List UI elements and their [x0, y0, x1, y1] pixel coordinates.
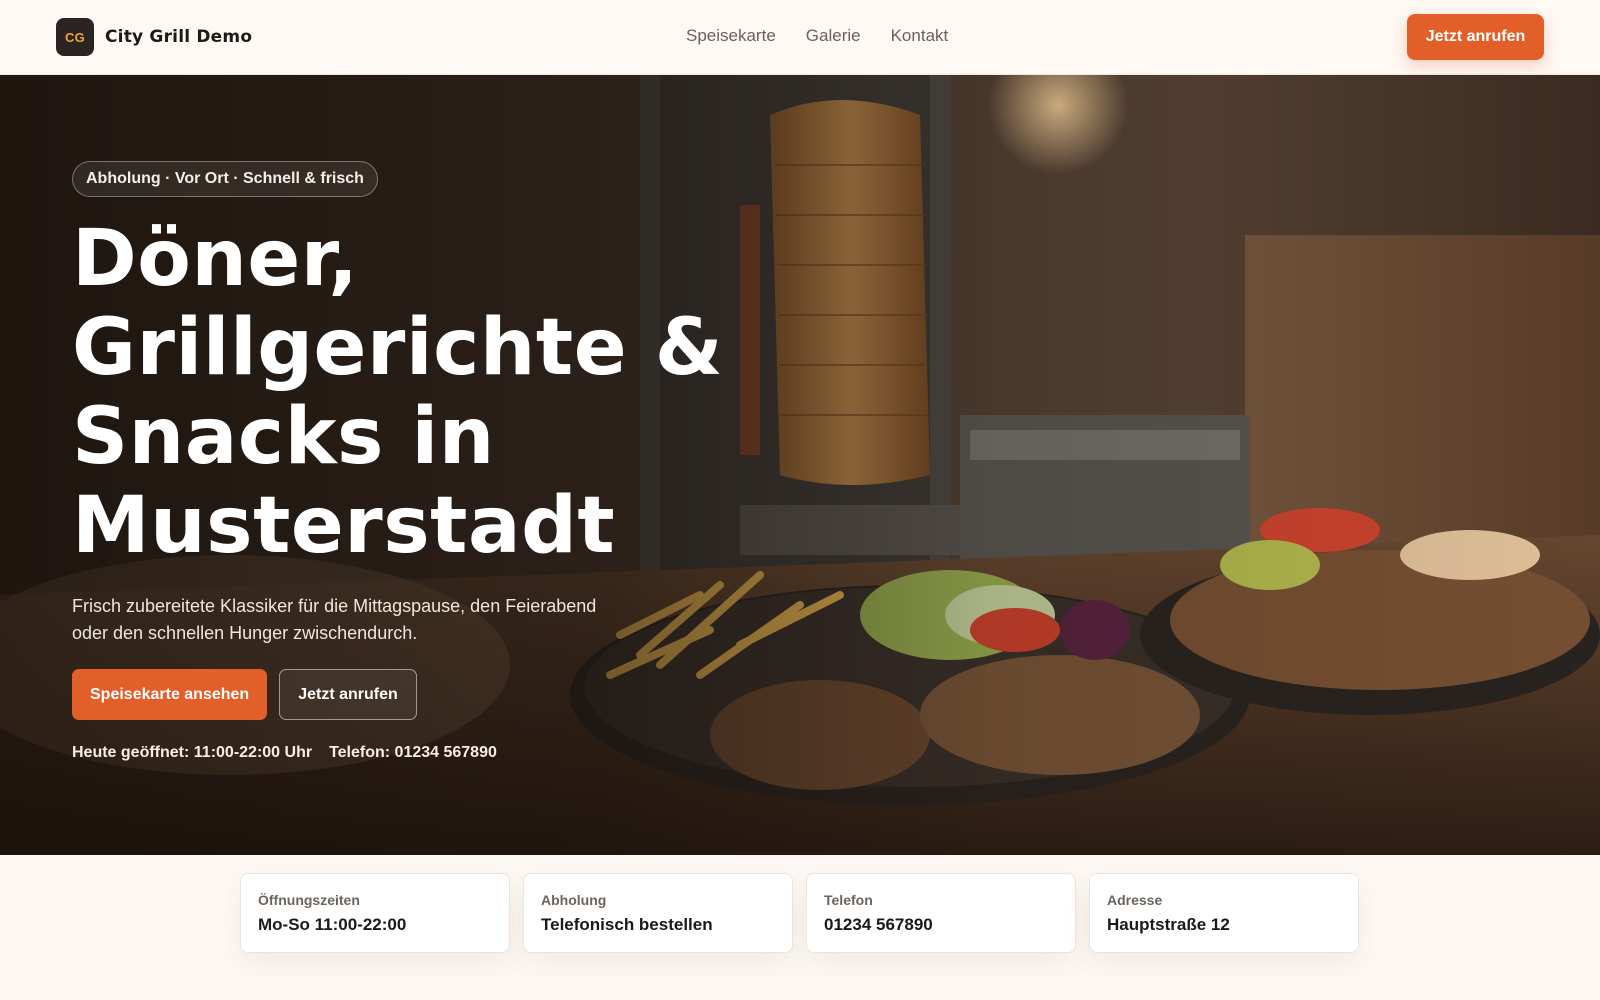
info-card-pickup: Abholung Telefonisch bestellen — [523, 873, 793, 953]
hero-content: Abholung · Vor Ort · Schnell & frisch Dö… — [72, 161, 772, 762]
nav-link-speisekarte[interactable]: Speisekarte — [686, 26, 776, 46]
hero-buttons: Speisekarte ansehen Jetzt anrufen — [72, 669, 772, 720]
hero-subtitle: Frisch zubereitete Klassiker für die Mit… — [72, 596, 597, 643]
nav-link-kontakt[interactable]: Kontakt — [891, 26, 949, 46]
view-menu-button[interactable]: Speisekarte ansehen — [72, 669, 268, 720]
info-card-label: Abholung — [541, 892, 607, 908]
hero-badge: Abholung · Vor Ort · Schnell & frisch — [72, 161, 378, 197]
opening-hours-note: Heute geöffnet: 11:00-22:00 Uhr — [72, 744, 313, 761]
info-card-value: Telefonisch bestellen — [541, 915, 713, 934]
info-card-label: Telefon — [824, 892, 873, 908]
brand-logo[interactable]: CG — [56, 18, 94, 56]
hero-title: Döner, Grillgerichte & Snacks in Musters… — [72, 214, 724, 571]
info-card-label: Öffnungszeiten — [258, 892, 360, 908]
info-card-value: Mo-So 11:00-22:00 — [258, 915, 407, 934]
brand[interactable]: CG City Grill Demo — [56, 18, 252, 56]
info-card-value: Hauptstraße 12 — [1107, 915, 1230, 934]
info-card-phone[interactable]: Telefon 01234 567890 — [806, 873, 1076, 953]
info-card-hours: Öffnungszeiten Mo-So 11:00-22:00 — [240, 873, 510, 953]
info-cards: Öffnungszeiten Mo-So 11:00-22:00 Abholun… — [240, 873, 1359, 953]
site-header: CG City Grill Demo Speisekarte Galerie K… — [0, 0, 1600, 75]
nav-link-galerie[interactable]: Galerie — [806, 26, 861, 46]
header-call-button[interactable]: Jetzt anrufen — [1407, 14, 1544, 60]
hero-section: Abholung · Vor Ort · Schnell & frisch Dö… — [0, 75, 1600, 855]
info-card-label: Adresse — [1107, 892, 1163, 908]
info-card-value[interactable]: 01234 567890 — [824, 915, 1059, 935]
hero-meta: Heute geöffnet: 11:00-22:00 Uhr Telefon:… — [72, 744, 772, 762]
main-nav: Speisekarte Galerie Kontakt — [686, 26, 948, 46]
brand-name[interactable]: City Grill Demo — [105, 27, 252, 47]
call-now-button[interactable]: Jetzt anrufen — [279, 669, 417, 720]
phone-note[interactable]: Telefon: 01234 567890 — [329, 744, 497, 762]
info-card-address: Adresse Hauptstraße 12 — [1089, 873, 1359, 953]
